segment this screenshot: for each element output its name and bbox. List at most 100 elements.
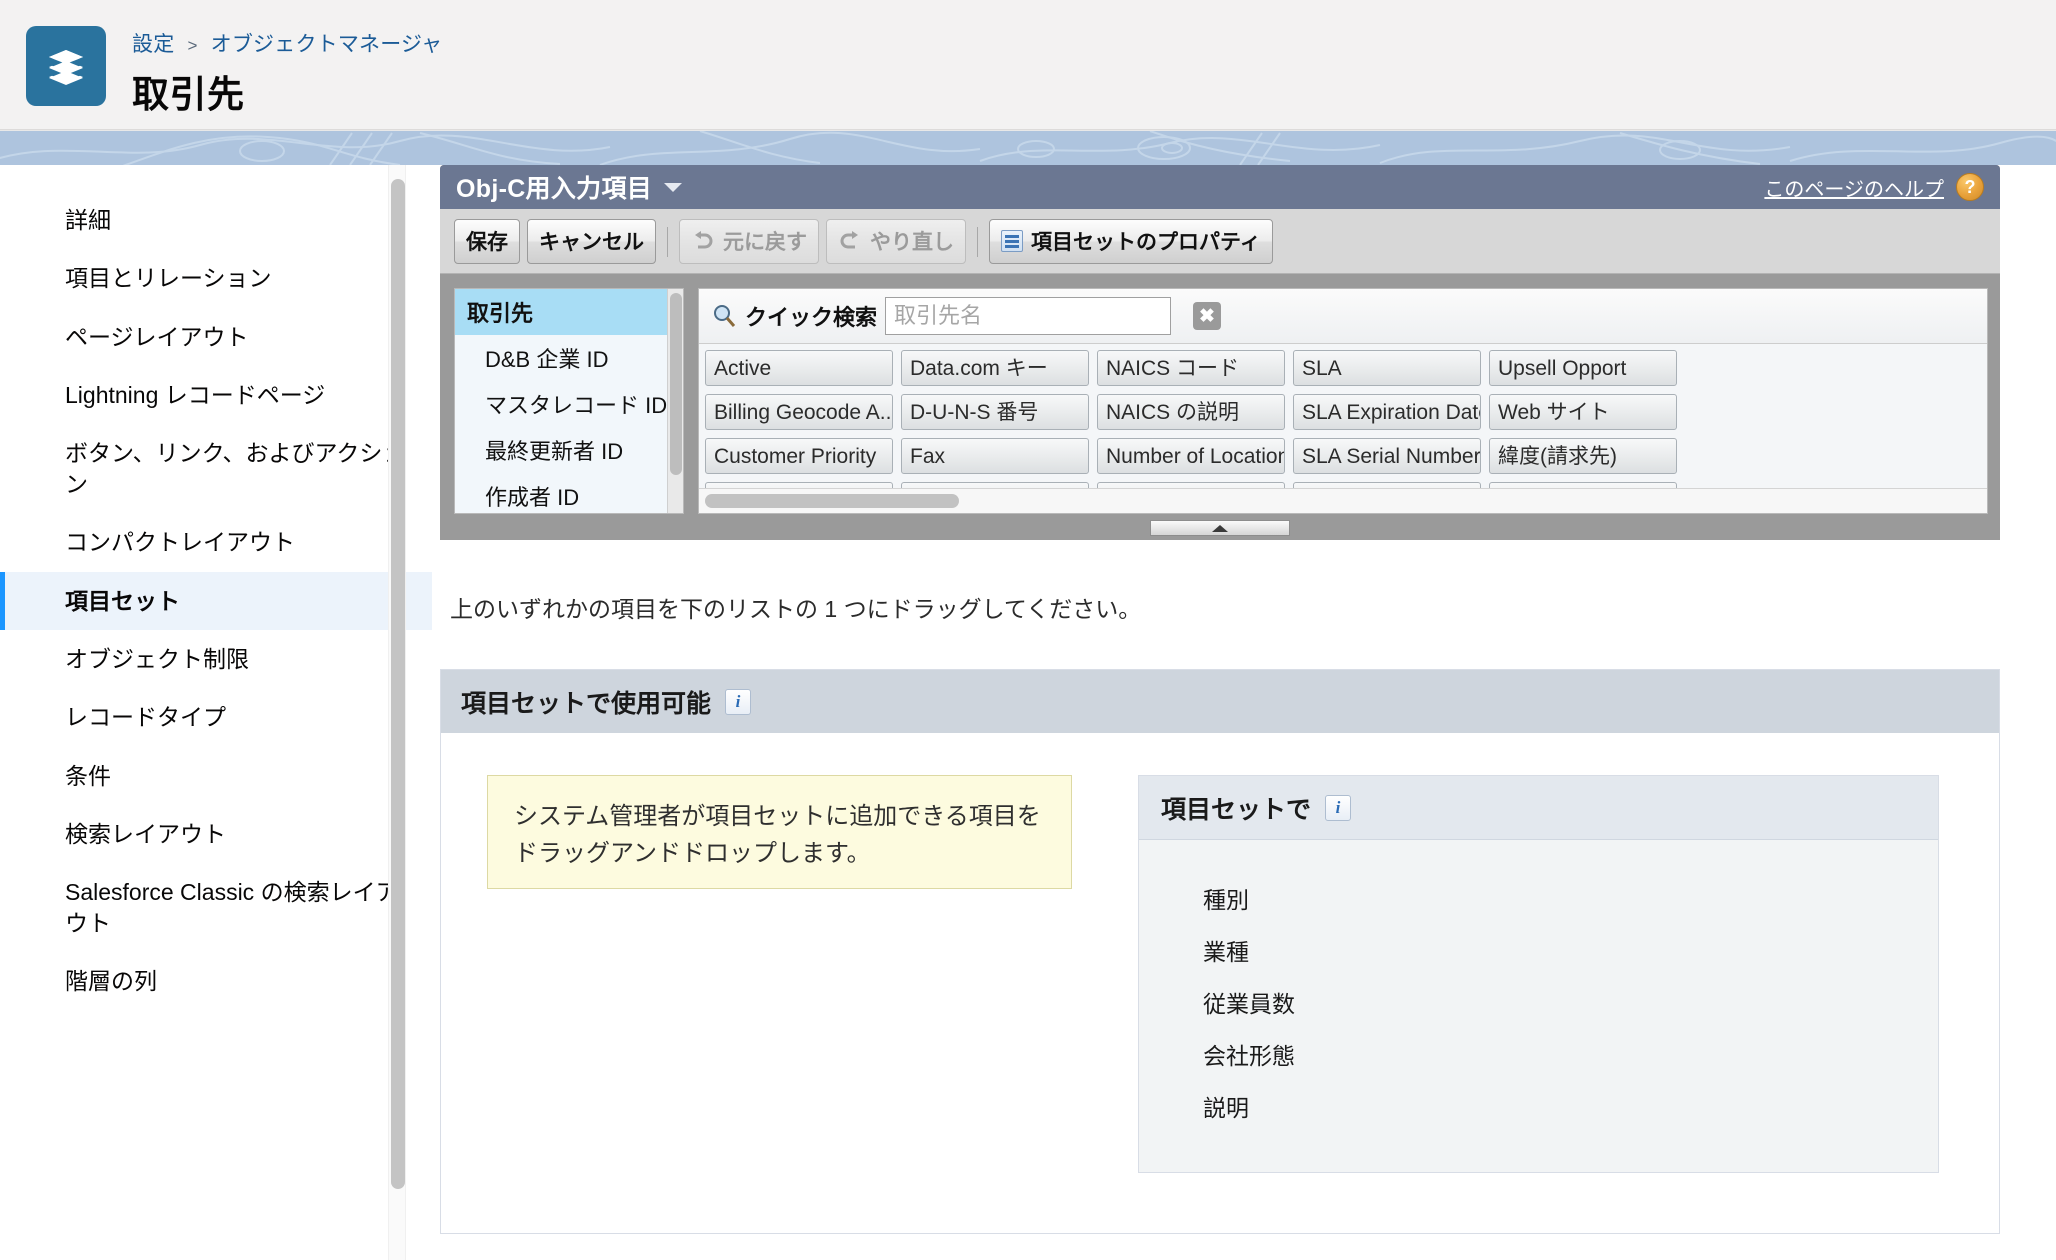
editor-title: Obj-C用入力項目: [456, 175, 653, 203]
in-the-field-set-box: 項目セットで i 種別 業種 従業員数 会社形態 説明: [1138, 775, 1939, 1173]
cancel-button[interactable]: キャンセル: [527, 219, 656, 264]
field-chip[interactable]: Billing Geocode A...: [705, 394, 893, 430]
tree-item[interactable]: 最終更新者 ID: [455, 427, 683, 473]
editor-titlebar: Obj-C用入力項目 このページのヘルプ ?: [440, 165, 2000, 209]
sidebar-item-hierarchy-columns[interactable]: 階層の列: [0, 952, 432, 1010]
sidebar-item-object-limits[interactable]: オブジェクト制限: [0, 630, 432, 688]
palette-horizontal-scrollbar[interactable]: [699, 488, 1987, 513]
page-title: 取引先: [132, 74, 245, 115]
field-chip[interactable]: NAICS コード: [1097, 350, 1285, 386]
chip-column: Active Billing Geocode A... Customer Pri…: [705, 350, 893, 488]
palette-area: 取引先 D&B 企業 ID マスタレコード ID 最終更新者 ID 作成者 ID…: [440, 274, 2000, 514]
sidebar-item-details[interactable]: 詳細: [0, 191, 432, 249]
panel-collapse-handle[interactable]: [1150, 520, 1290, 536]
field-chip[interactable]: NAICS の説明: [1097, 394, 1285, 430]
sidebar-item-classic-search-layouts[interactable]: Salesforce Classic の検索レイアウト: [0, 863, 432, 952]
drag-instruction-text: 上のいずれかの項目を下のリストの 1 つにドラッグしてください。: [450, 596, 1142, 622]
object-tree: 取引先 D&B 企業 ID マスタレコード ID 最終更新者 ID 作成者 ID…: [454, 288, 684, 514]
breadcrumb-setup[interactable]: 設定: [132, 33, 174, 56]
help-group: このページのヘルプ ?: [1764, 173, 1984, 202]
sidebar-item-search-layouts[interactable]: 検索レイアウト: [0, 805, 432, 863]
sidebar-item-page-layouts[interactable]: ページレイアウト: [0, 308, 432, 366]
available-section-header: 項目セットで使用可能 i: [441, 670, 1999, 733]
field-set-list-item[interactable]: 種別: [1139, 872, 1938, 924]
undo-icon: [695, 231, 713, 249]
field-set-properties-label: 項目セットのプロパティ: [1031, 231, 1261, 254]
page-header: 設定 > オブジェクトマネージャ 取引先: [0, 0, 2056, 130]
field-chip[interactable]: Upsell Opport: [1489, 350, 1677, 386]
chip-column: NAICS コード NAICS の説明 Number of Locations …: [1097, 350, 1285, 488]
field-chip[interactable]: SLA Expiration Date: [1293, 394, 1481, 430]
save-button[interactable]: 保存: [454, 219, 520, 264]
undo-button: 元に戻す: [679, 219, 819, 264]
sidebar-scrollbar[interactable]: [388, 165, 406, 1260]
field-chip[interactable]: Data.com キー: [901, 350, 1089, 386]
sidebar-item-validation-rules[interactable]: 条件: [0, 747, 432, 805]
breadcrumb-object-manager[interactable]: オブジェクトマネージャ: [211, 33, 443, 56]
header-text-block: 設定 > オブジェクトマネージャ 取引先: [132, 26, 442, 118]
undo-label: 元に戻す: [723, 231, 807, 254]
toolbar-divider-2: [977, 226, 978, 257]
field-set-list-item[interactable]: 説明: [1139, 1080, 1938, 1132]
field-chip[interactable]: Active: [705, 350, 893, 386]
clear-icon[interactable]: ✖: [1193, 302, 1222, 330]
tree-item[interactable]: 作成者 ID: [455, 473, 683, 513]
field-set-list-item[interactable]: 会社形態: [1139, 1028, 1938, 1080]
sidebar-scrollbar-thumb[interactable]: [391, 179, 405, 1189]
tree-item[interactable]: D&B 企業 ID: [455, 335, 683, 381]
chevron-down-icon[interactable]: [664, 182, 683, 192]
breadcrumb: 設定 > オブジェクトマネージャ: [132, 28, 442, 58]
editor-toolbar: 保存 キャンセル 元に戻す やり直し 項目セットのプロパティ: [440, 209, 2000, 274]
quick-search-label: クイック検索: [745, 305, 878, 330]
field-set-list-item[interactable]: 従業員数: [1139, 976, 1938, 1028]
drop-hint-note: システム管理者が項目セットに追加できる項目をドラッグアンドドロップします。: [487, 775, 1072, 889]
sidebar-item-record-types[interactable]: レコードタイプ: [0, 688, 432, 746]
field-set-list-item[interactable]: 業種: [1139, 924, 1938, 976]
decorative-banner: [0, 130, 2056, 165]
info-icon[interactable]: i: [1325, 795, 1352, 821]
available-in-field-set-card: 項目セットで使用可能 i システム管理者が項目セットに追加できる項目をドラッグア…: [440, 669, 2000, 1234]
field-chip[interactable]: Number of Locations: [1097, 438, 1285, 474]
main-content: Obj-C用入力項目 このページのヘルプ ? 保存 キャンセル 元に戻す やり直…: [432, 165, 2056, 1260]
field-chip[interactable]: Fax: [901, 438, 1089, 474]
sidebar-item-field-sets[interactable]: 項目セット: [0, 571, 432, 630]
field-chip[interactable]: Customer Priority: [705, 438, 893, 474]
field-palette: クイック検索 ✖ Active Billing Geocode A... Cus…: [698, 288, 1988, 514]
breadcrumb-separator: >: [187, 36, 198, 55]
properties-grid-icon: [1001, 230, 1023, 252]
in-the-field-set-header: 項目セットで i: [1139, 776, 1938, 840]
tree-root-account[interactable]: 取引先: [455, 289, 683, 335]
chip-column: SLA SLA Expiration Date SLA Serial Numbe…: [1293, 350, 1481, 488]
body-wrapper: 詳細 項目とリレーション ページレイアウト Lightning レコードページ …: [0, 165, 2056, 1260]
field-chip[interactable]: Web サイト: [1489, 394, 1677, 430]
help-question-icon[interactable]: ?: [1956, 173, 1984, 201]
sidebar-item-buttons-links-actions[interactable]: ボタン、リンク、およびアクション: [0, 424, 432, 513]
quick-search-row: クイック検索 ✖: [699, 289, 1987, 344]
page-help-link[interactable]: このページのヘルプ: [1764, 173, 1944, 202]
field-set-editor-panel: Obj-C用入力項目 このページのヘルプ ? 保存 キャンセル 元に戻す やり直…: [440, 165, 2000, 540]
tree-item[interactable]: マスタレコード ID: [455, 381, 683, 427]
triangle-up-icon: [1212, 524, 1228, 532]
sidebar-item-fields-relationships[interactable]: 項目とリレーション: [0, 249, 432, 307]
available-section-title: 項目セットで使用可能: [461, 690, 712, 718]
toolbar-divider: [667, 226, 668, 257]
field-chip[interactable]: 緯度(請求先): [1489, 438, 1677, 474]
object-sidebar-nav: 詳細 項目とリレーション ページレイアウト Lightning レコードページ …: [0, 165, 432, 1260]
field-chip[interactable]: D-U-N-S 番号: [901, 394, 1089, 430]
field-chip[interactable]: SLA Serial Number: [1293, 438, 1481, 474]
info-icon[interactable]: i: [725, 689, 752, 715]
in-the-field-set-title: 項目セットで: [1161, 796, 1312, 824]
sidebar-item-lightning-record-pages[interactable]: Lightning レコードページ: [0, 366, 432, 424]
quick-search-input[interactable]: [885, 297, 1172, 335]
redo-button: やり直し: [826, 219, 966, 264]
field-chip-columns: Active Billing Geocode A... Customer Pri…: [699, 344, 1987, 488]
tree-scrollbar-thumb[interactable]: [670, 293, 682, 475]
field-set-properties-button[interactable]: 項目セットのプロパティ: [989, 219, 1273, 264]
sidebar-item-compact-layouts[interactable]: コンパクトレイアウト: [0, 513, 432, 571]
field-chip[interactable]: SLA: [1293, 350, 1481, 386]
panel-resize-row: [440, 514, 2000, 540]
palette-scrollbar-thumb[interactable]: [705, 494, 959, 508]
redo-icon: [840, 231, 858, 249]
tree-scrollbar[interactable]: [667, 289, 683, 513]
chip-column: Upsell Opport Web サイト 緯度(請求先) 緯度(納入先): [1489, 350, 1677, 488]
